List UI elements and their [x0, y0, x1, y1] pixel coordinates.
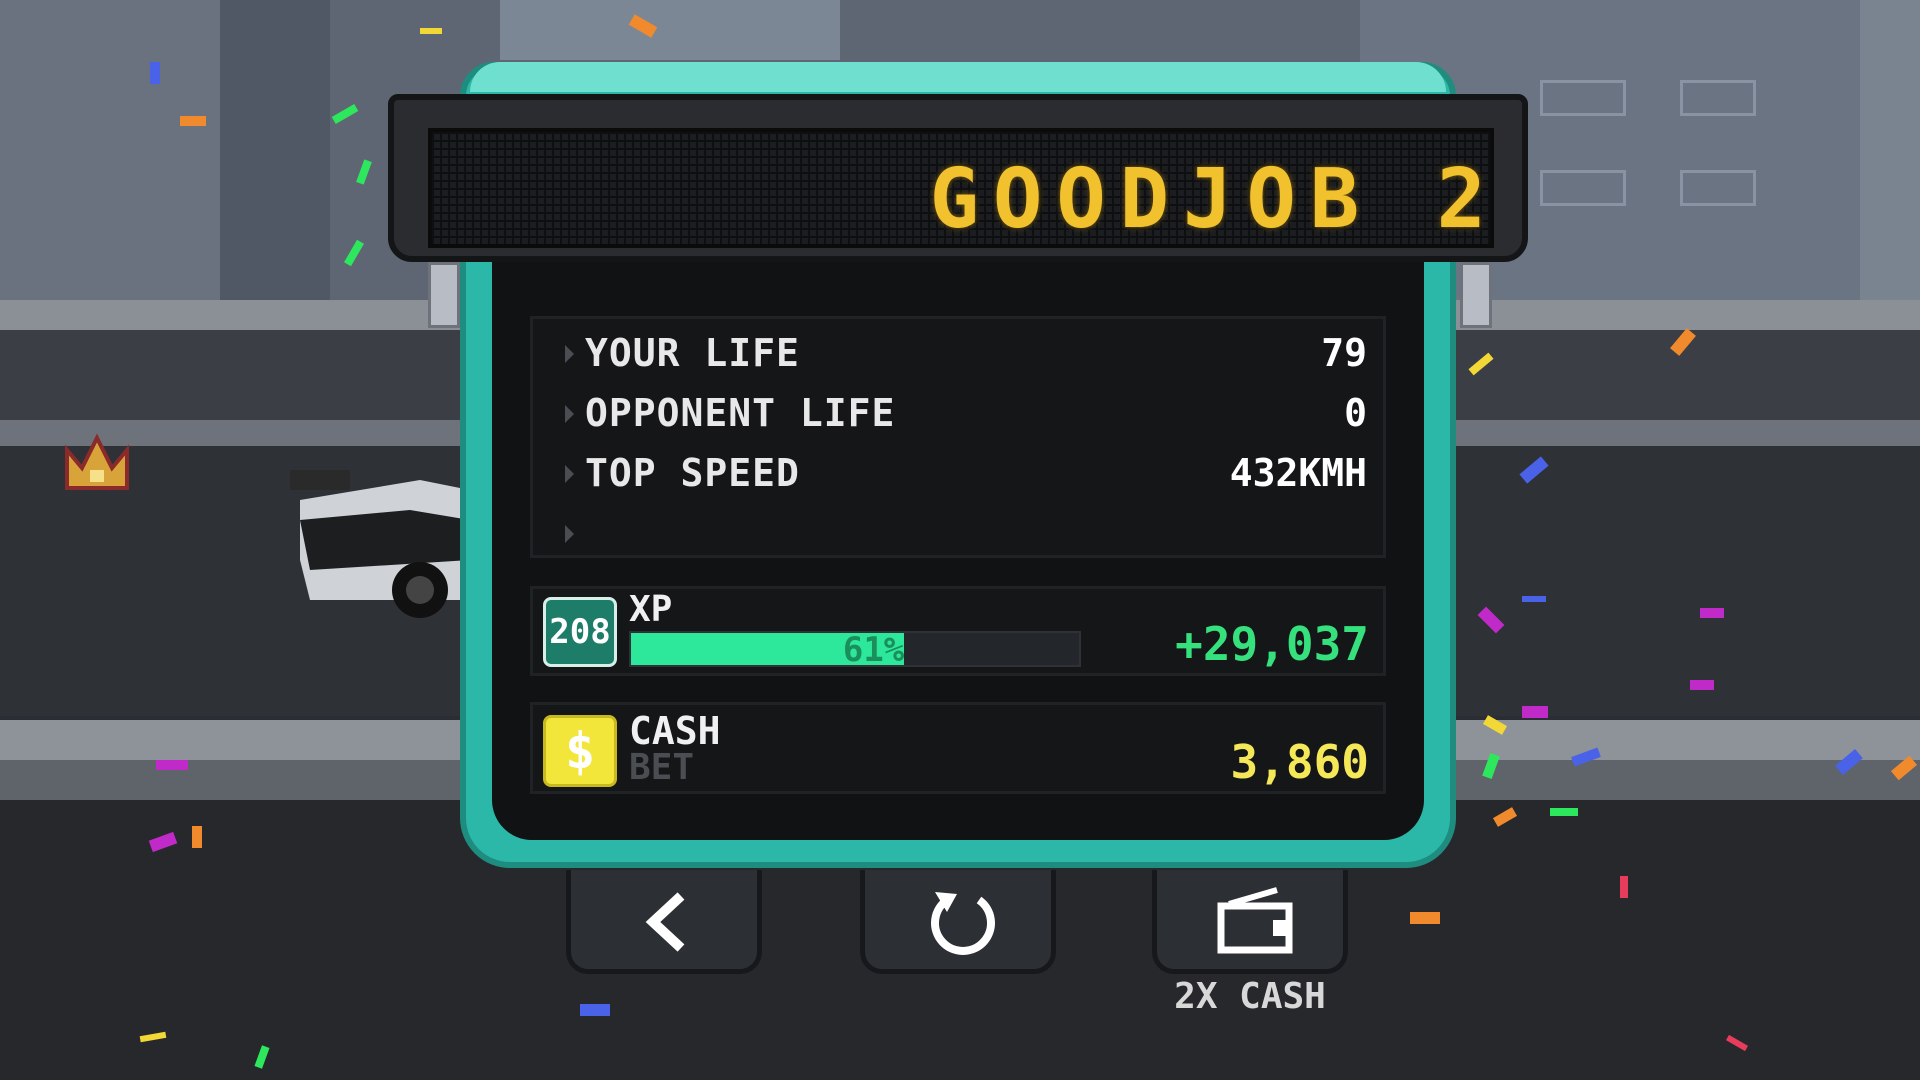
building-window — [1540, 170, 1626, 206]
level-badge: 208 — [543, 597, 617, 667]
confetti — [1522, 596, 1546, 602]
race-stats-box: YOUR LIFE 79 OPPONENT LIFE 0 TOP SPEED 4… — [530, 316, 1386, 558]
stat-label: YOUR LIFE — [585, 331, 800, 375]
stat-row-your-life: YOUR LIFE 79 — [557, 331, 1367, 377]
stat-row-empty — [557, 511, 1367, 557]
row-marker-icon — [565, 405, 574, 423]
ad-tv-icon — [1217, 887, 1293, 954]
back-button[interactable] — [566, 870, 762, 974]
confetti — [420, 28, 442, 34]
confetti — [180, 116, 206, 126]
double-cash-label: 2X CASH — [1174, 976, 1326, 1017]
restart-button[interactable] — [860, 870, 1056, 974]
confetti — [1410, 912, 1440, 924]
stat-row-top-speed: TOP SPEED 432KMH — [557, 451, 1367, 497]
building — [220, 0, 330, 300]
confetti — [580, 1004, 610, 1016]
led-sign-screen: GOODJOB 2 — [428, 128, 1494, 248]
xp-box: 208 XP 61% +29,037 — [530, 586, 1386, 676]
confetti — [1522, 706, 1548, 718]
confetti — [150, 62, 160, 84]
confetti — [1550, 808, 1578, 816]
building — [1860, 0, 1920, 300]
stat-value: 432KMH — [1229, 451, 1367, 495]
crown-icon — [65, 433, 129, 490]
bet-label: BET — [629, 747, 695, 788]
cash-value: 3,860 — [1230, 735, 1369, 789]
row-marker-icon — [565, 465, 574, 483]
xp-label: XP — [629, 589, 673, 630]
confetti — [192, 826, 202, 848]
building-window — [1540, 80, 1626, 116]
restart-icon — [931, 892, 995, 955]
cash-box: $ CASH BET 3,860 — [530, 702, 1386, 794]
confetti — [1700, 608, 1724, 618]
stat-label: OPPONENT LIFE — [585, 391, 896, 435]
player-car — [290, 470, 470, 618]
xp-progress-bar: 61% — [629, 631, 1081, 667]
sign-post-left — [428, 262, 460, 328]
xp-gain: +29,037 — [1175, 617, 1369, 671]
led-sign-text: GOODJOB 2 — [929, 152, 1494, 247]
stat-label: TOP SPEED — [585, 451, 800, 495]
stat-value: 0 — [1344, 391, 1367, 435]
confetti — [1690, 680, 1714, 690]
result-panel-highlight — [470, 62, 1446, 92]
double-cash-button[interactable] — [1152, 870, 1348, 974]
building-window — [1680, 80, 1756, 116]
confetti — [156, 760, 188, 770]
sign-post-right — [1460, 262, 1492, 328]
xp-progress-text: 61% — [842, 630, 905, 670]
stat-value: 79 — [1321, 331, 1367, 375]
confetti — [1620, 876, 1628, 898]
stat-row-opponent-life: OPPONENT LIFE 0 — [557, 391, 1367, 437]
building-window — [1680, 170, 1756, 206]
building — [500, 0, 840, 60]
dollar-icon: $ — [543, 715, 617, 787]
building — [0, 0, 220, 300]
row-marker-icon — [565, 525, 574, 543]
row-marker-icon — [565, 345, 574, 363]
back-arrow-icon — [645, 892, 685, 952]
